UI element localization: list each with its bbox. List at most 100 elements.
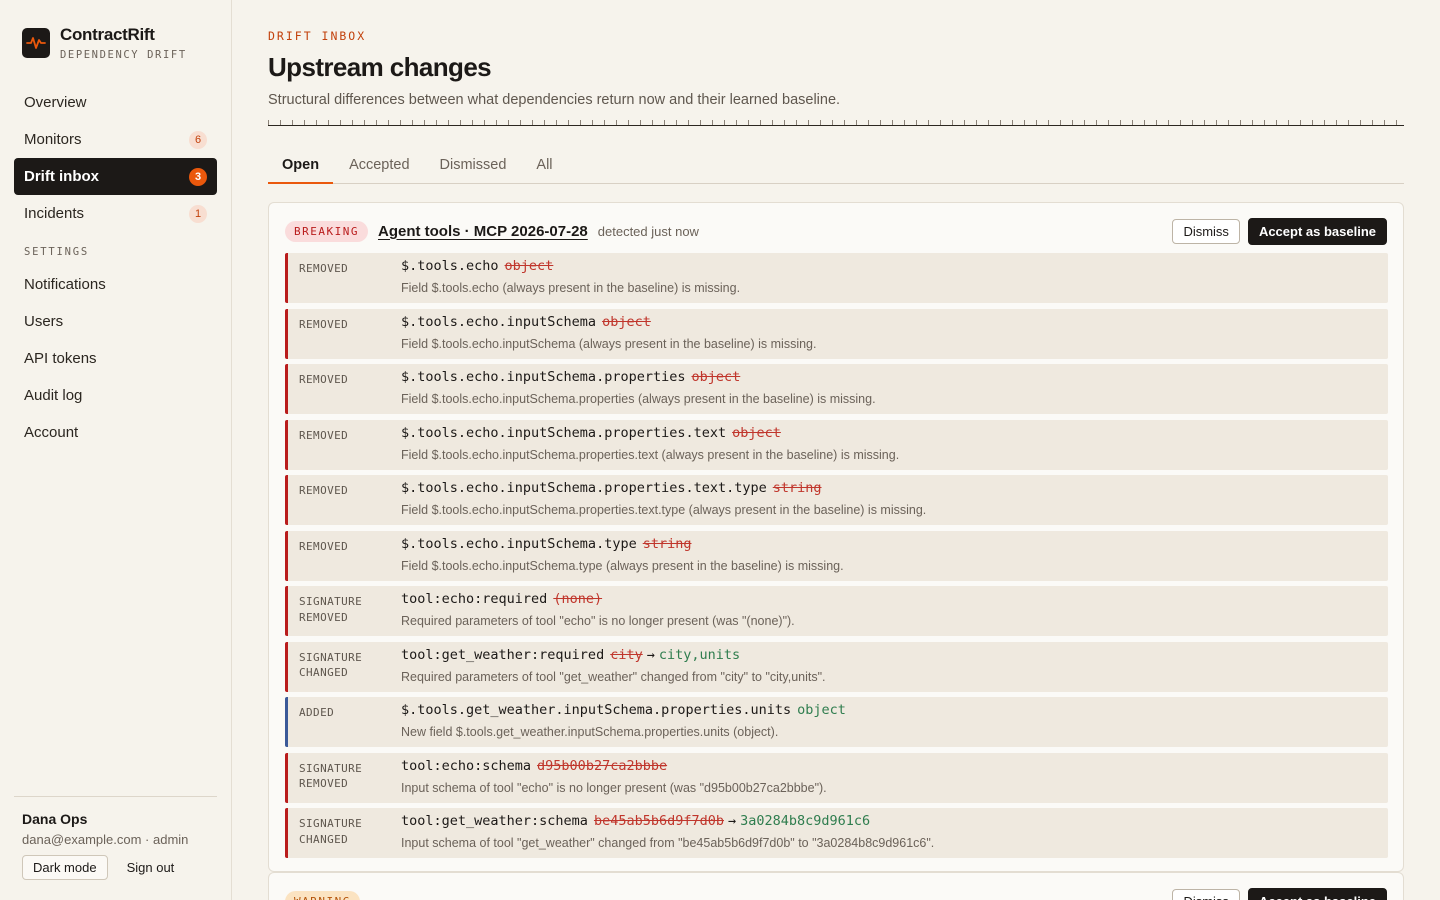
change-kind-line: REMOVED [299, 484, 349, 497]
field-path: $.tools.echo [401, 258, 499, 274]
user-name: Dana Ops [22, 811, 88, 827]
change-row: REMOVED $.tools.echo.inputSchema.type stri… [285, 530, 1388, 581]
change-kind: REMOVED [299, 539, 379, 555]
change-row: ADDED $.tools.get_weather.inputSchema.pro… [285, 697, 1388, 747]
nav-item-account[interactable]: Account [14, 414, 217, 451]
change-path: $.tools.echo.inputSchema.properties.text… [401, 480, 822, 496]
tab-open[interactable]: Open [268, 147, 334, 184]
old-value: (none) [553, 591, 603, 607]
change-kind: SIGNATURE REMOVED [299, 594, 379, 625]
change-kind: REMOVED [299, 317, 379, 333]
nav-item-label: Drift inbox [24, 168, 99, 185]
dark-mode-button[interactable]: Dark mode [22, 855, 108, 880]
page-eyebrow: DRIFT INBOX [268, 29, 367, 43]
old-value: object [691, 369, 741, 385]
change-path: $.tools.echo object [401, 258, 553, 274]
old-value: object [504, 258, 554, 274]
nav-item-users[interactable]: Users [14, 303, 217, 340]
tab-all[interactable]: All [522, 147, 566, 184]
change-kind-line: SIGNATURE [299, 761, 363, 775]
change-description: Field $.tools.echo (always present in th… [401, 281, 741, 295]
ruler-divider [268, 119, 1404, 126]
nav-item-monitors[interactable]: Monitors 6 [14, 121, 217, 158]
change-kind: REMOVED [299, 428, 379, 444]
change-row: REMOVED $.tools.echo.inputSchema object Fie… [285, 308, 1388, 359]
change-kind-line: SIGNATURE [299, 817, 363, 830]
nav-item-drift-inbox[interactable]: Drift inbox 3 [14, 158, 217, 195]
change-kind-line: REMOVED [299, 539, 349, 553]
count-badge: 6 [189, 130, 207, 149]
nav-item-label: Notifications [24, 276, 106, 293]
change-path: $.tools.get_weather.inputSchema.properti… [401, 702, 846, 718]
change-kind-line: REMOVED [299, 777, 349, 790]
drift-card: BREAKING Agent tools · MCP 2026-07-28 de… [268, 202, 1404, 872]
status-tabs: Open Accepted Dismissed All [268, 147, 1404, 184]
old-value: string [642, 535, 692, 552]
change-path: tool:get_weather:required city → city,units [401, 647, 740, 663]
field-path: tool:get_weather:required [401, 646, 605, 663]
change-description: Input schema of tool "get_weather" chang… [401, 836, 935, 850]
change-path: $.tools.echo.inputSchema.properties.text… [401, 425, 781, 441]
change-kind-line: REMOVED [299, 262, 349, 275]
new-value: object [797, 702, 846, 718]
nav-item-label: Account [24, 424, 79, 441]
field-path: tool:get_weather:schema [401, 813, 588, 829]
arrow-right-icon: → [646, 646, 655, 663]
primary-nav: Overview Monitors 6 Drift inbox 3 Incide… [14, 84, 217, 451]
field-path: $.tools.echo.inputSchema.properties [401, 369, 686, 385]
old-value: string [772, 480, 822, 496]
change-row: REMOVED $.tools.echo.inputSchema.properti… [285, 419, 1388, 470]
main-content: DRIFT INBOX Upstream changes Structural … [268, 0, 1404, 900]
change-description: Field $.tools.echo.inputSchema.propertie… [401, 447, 900, 462]
nav-item-label: Overview [24, 94, 87, 111]
change-kind: SIGNATURE REMOVED [299, 761, 379, 792]
change-kind-line: REMOVED [299, 373, 349, 386]
accept-baseline-button[interactable]: Accept as baseline [1247, 217, 1387, 245]
user-meta: dana@example.com · admin [22, 832, 189, 847]
drift-title-link[interactable]: Agent tools · MCP 2026-07-28 [378, 223, 588, 240]
change-path: tool:get_weather:schema be45ab5b6d9f7d0b →… [401, 813, 870, 829]
change-kind-line: SIGNATURE [299, 650, 363, 664]
accept-baseline-button[interactable]: Accept as baseline [1247, 887, 1387, 900]
change-kind-line: CHANGED [299, 832, 349, 846]
nav-item-incidents[interactable]: Incidents 1 [14, 195, 217, 232]
sidebar: ContractRift DEPENDENCY DRIFT Overview M… [0, 0, 232, 900]
change-kind-line: SIGNATURE [299, 595, 363, 608]
nav-item-label: API tokens [24, 350, 97, 367]
field-path: $.tools.echo.inputSchema.type [401, 535, 637, 552]
field-path: $.tools.echo.inputSchema.properties.text… [401, 480, 767, 496]
dismiss-button[interactable]: Dismiss [1172, 218, 1240, 244]
nav-item-audit-log[interactable]: Audit log [14, 377, 217, 414]
change-description: Field $.tools.echo.inputSchema.propertie… [401, 503, 927, 517]
change-kind: REMOVED [299, 372, 379, 388]
user-panel: Dana Ops dana@example.com · admin Dark m… [14, 796, 217, 880]
change-row: REMOVED $.tools.echo.inputSchema.properti… [285, 364, 1388, 414]
dismiss-button[interactable]: Dismiss [1172, 888, 1240, 900]
field-path: $.tools.echo.inputSchema [401, 313, 597, 330]
change-description: Required parameters of tool "get_weather… [401, 669, 826, 684]
nav-item-notifications[interactable]: Notifications [14, 266, 217, 303]
nav-item-overview[interactable]: Overview [14, 84, 217, 121]
change-kind-line: REMOVED [299, 317, 349, 331]
severity-badge: BREAKING [285, 220, 368, 242]
new-value: city,units [658, 646, 741, 663]
change-kind: REMOVED [299, 483, 379, 499]
field-path: tool:echo:schema [401, 757, 532, 774]
change-path: $.tools.echo.inputSchema.properties objec… [401, 369, 740, 385]
tab-dismissed[interactable]: Dismissed [426, 147, 521, 184]
drift-card: WARNING Dismiss Accept as baseline [268, 872, 1404, 900]
brand[interactable]: ContractRift DEPENDENCY DRIFT [22, 26, 187, 61]
sign-out-button[interactable]: Sign out [127, 860, 175, 875]
change-kind-line: REMOVED [299, 428, 349, 442]
nav-item-label: Audit log [24, 387, 83, 404]
old-value: object [602, 313, 651, 330]
change-path: $.tools.echo.inputSchema.type string [401, 536, 691, 552]
change-kind-line: CHANGED [299, 666, 349, 679]
change-path: tool:echo:schema d95b00b27ca2bbbe [401, 758, 667, 774]
nav-item-api-tokens[interactable]: API tokens [14, 340, 217, 377]
nav-item-label: Users [24, 313, 64, 330]
change-row: SIGNATURE REMOVED tool:echo:required (none)… [285, 586, 1388, 636]
nav-item-label: Incidents [24, 205, 85, 222]
page-title: Upstream changes [268, 52, 492, 82]
tab-accepted[interactable]: Accepted [335, 147, 423, 184]
